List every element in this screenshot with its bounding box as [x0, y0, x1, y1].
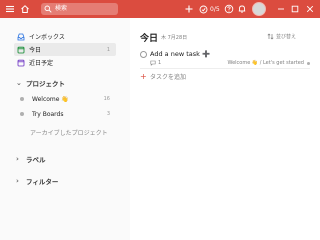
- sidebar: インボックス 今日 1 近日予定 ⌄ プロジェクト Welcome 👋 16 T…: [0, 18, 130, 240]
- project-dot-icon: [307, 61, 310, 65]
- labels-header[interactable]: › ラベル: [14, 153, 114, 165]
- filters-header-label: フィルター: [26, 178, 59, 186]
- sidebar-item-inbox[interactable]: インボックス: [14, 30, 116, 43]
- calendar-today-icon: [14, 46, 26, 54]
- sidebar-item-label: 近日予定: [29, 60, 54, 67]
- sidebar-item-upcoming[interactable]: 近日予定: [14, 56, 116, 69]
- project-count: 16: [103, 96, 110, 102]
- sort-icon: [267, 33, 274, 40]
- close-icon[interactable]: [304, 3, 315, 15]
- maximize-icon[interactable]: [289, 3, 300, 15]
- sidebar-item-label: 今日: [29, 47, 42, 54]
- project-label: Welcome 👋: [32, 95, 69, 103]
- projects-header[interactable]: ⌄ プロジェクト: [14, 77, 114, 89]
- comment-icon: [150, 60, 156, 66]
- home-icon[interactable]: [19, 3, 31, 15]
- bell-icon[interactable]: [236, 3, 248, 15]
- sort-button[interactable]: 並び替え: [267, 33, 296, 40]
- calendar-upcoming-icon: [14, 59, 26, 67]
- productivity-icon: [199, 5, 208, 13]
- productivity-count: 0/5: [210, 5, 220, 13]
- search-placeholder: 検索: [55, 5, 68, 12]
- task-project-tag[interactable]: Welcome 👋 / Let's get started: [227, 60, 310, 66]
- productivity-button[interactable]: 0/5: [199, 3, 221, 15]
- help-icon[interactable]: [223, 3, 235, 15]
- main-content: 今日 木 7月28日 並び替え Add a new task ➕ 1 Welco…: [130, 18, 320, 240]
- sidebar-item-project[interactable]: Try Boards 3: [14, 108, 116, 120]
- filters-header[interactable]: › フィルター: [14, 175, 114, 187]
- sidebar-item-today[interactable]: 今日 1: [14, 43, 116, 56]
- top-bar: 検索 0/5: [0, 0, 320, 18]
- sidebar-item-label: インボックス: [29, 34, 65, 41]
- add-task-button[interactable]: + タスクを追加: [140, 72, 186, 81]
- chevron-down-icon: ⌄: [16, 79, 22, 87]
- app-window: 検索 0/5 インボックス 今日 1 近日予定 ⌄ プロジェクト Welcome…: [0, 0, 320, 240]
- minimize-icon[interactable]: [275, 3, 286, 15]
- project-label: Try Boards: [32, 110, 64, 118]
- sort-label: 並び替え: [276, 34, 297, 40]
- task-comments: 1: [150, 60, 161, 66]
- page-title: 今日: [140, 34, 159, 44]
- menu-icon[interactable]: [4, 3, 16, 15]
- sidebar-item-project[interactable]: Welcome 👋 16: [14, 93, 116, 105]
- page-date: 木 7月28日: [161, 35, 188, 41]
- task-comment-count: 1: [158, 60, 162, 66]
- project-count: 3: [106, 111, 110, 117]
- sidebar-item-count: 1: [106, 46, 110, 53]
- labels-header-label: ラベル: [26, 156, 46, 164]
- task-name: Add a new task ➕: [150, 50, 211, 58]
- task-item[interactable]: Add a new task ➕ 1 Welcome 👋 / Let's get…: [140, 49, 310, 69]
- chevron-right-icon: ›: [16, 177, 19, 185]
- projects-header-label: プロジェクト: [26, 80, 65, 88]
- add-task-icon[interactable]: [183, 3, 195, 15]
- search-box[interactable]: 検索: [41, 3, 118, 15]
- search-icon: [44, 5, 52, 13]
- plus-icon: +: [140, 71, 147, 81]
- archived-projects-link[interactable]: アーカイブしたプロジェクト: [30, 128, 108, 137]
- project-dot-icon: [20, 97, 24, 101]
- chevron-right-icon: ›: [16, 155, 19, 163]
- inbox-icon: [14, 33, 26, 41]
- avatar[interactable]: [252, 2, 266, 16]
- project-dot-icon: [20, 112, 24, 116]
- add-task-label: タスクを追加: [150, 74, 187, 81]
- task-project-label: Welcome 👋 / Let's get started: [227, 60, 304, 66]
- task-checkbox[interactable]: [140, 51, 147, 58]
